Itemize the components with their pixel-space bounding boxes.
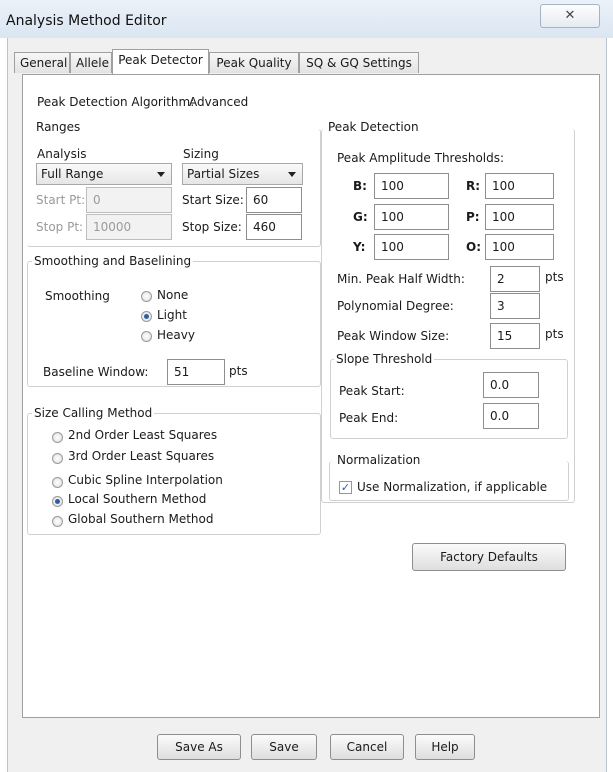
stop-size-label: Stop Size: [182, 220, 242, 234]
threshold-r-field[interactable]: 100 [485, 173, 554, 199]
close-icon: ✕ [564, 8, 576, 23]
size-calling-cubic-spline-label: Cubic Spline Interpolation [68, 473, 223, 487]
polynomial-degree-field[interactable]: 3 [490, 293, 540, 319]
start-pt-field[interactable]: 0 [86, 187, 172, 213]
peak-window-size-field[interactable]: 15 [490, 323, 540, 349]
analysis-select-value: Full Range [41, 167, 104, 181]
threshold-g-field[interactable]: 100 [374, 204, 449, 230]
use-normalization-checkbox[interactable]: ✓ [339, 481, 352, 494]
peak-start-label: Peak Start: [339, 384, 405, 398]
smoothing-title: Smoothing and Baselining [32, 254, 194, 268]
smoothing-light-label: Light [157, 308, 187, 322]
peak-window-size-unit: pts [545, 327, 564, 341]
threshold-r-key: R: [466, 179, 481, 193]
analysis-select[interactable]: Full Range [36, 163, 172, 185]
size-calling-cubic-spline-radio[interactable] [52, 477, 63, 488]
size-calling-3rd-order-label: 3rd Order Least Squares [68, 449, 215, 463]
size-calling-title: Size Calling Method [32, 406, 155, 420]
threshold-y-field[interactable]: 100 [374, 234, 449, 260]
threshold-b-key: B: [353, 179, 367, 193]
smoothing-light-radio[interactable] [141, 311, 152, 322]
checkmark-icon: ✓ [340, 481, 351, 494]
smoothing-label: Smoothing [45, 289, 110, 303]
threshold-y-key: Y: [353, 240, 366, 254]
min-half-width-label: Min. Peak Half Width: [337, 272, 465, 286]
tab-sq-gq-settings[interactable]: SQ & GQ Settings [299, 52, 419, 73]
tab-allele[interactable]: Allele [70, 52, 112, 73]
min-half-width-unit: pts [545, 270, 564, 284]
factory-defaults-button[interactable]: Factory Defaults [412, 543, 566, 571]
algorithm-value: Advanced [189, 95, 249, 109]
smoothing-none-radio[interactable] [141, 291, 152, 302]
amplitude-thresholds-label: Peak Amplitude Thresholds: [337, 151, 505, 165]
chevron-down-icon [157, 172, 165, 177]
size-calling-global-southern-label: Global Southern Method [68, 512, 214, 526]
tab-peak-detector[interactable]: Peak Detector [112, 49, 209, 74]
smoothing-none-label: None [157, 288, 189, 302]
analysis-label: Analysis [37, 147, 87, 161]
help-button[interactable]: Help [415, 734, 475, 760]
close-button[interactable]: ✕ [540, 4, 600, 28]
threshold-b-field[interactable]: 100 [374, 173, 449, 199]
stop-pt-label: Stop Pt: [36, 220, 84, 234]
threshold-o-field[interactable]: 100 [485, 234, 554, 260]
peak-start-field[interactable]: 0.0 [483, 372, 539, 398]
size-calling-global-southern-radio[interactable] [52, 516, 63, 527]
smoothing-heavy-label: Heavy [157, 328, 195, 342]
smoothing-heavy-radio[interactable] [141, 331, 152, 342]
tab-general[interactable]: General [14, 52, 70, 73]
save-as-button[interactable]: Save As [157, 734, 241, 760]
size-calling-local-southern-label: Local Southern Method [68, 492, 207, 506]
cancel-button[interactable]: Cancel [330, 734, 404, 760]
size-calling-2nd-order-radio[interactable] [52, 432, 63, 443]
stop-pt-field[interactable]: 10000 [86, 214, 172, 240]
window-title: Analysis Method Editor [6, 13, 167, 29]
threshold-o-key: O: [466, 240, 481, 254]
start-size-label: Start Size: [182, 193, 244, 207]
polynomial-degree-label: Polynomial Degree: [337, 299, 454, 313]
peak-window-size-label: Peak Window Size: [337, 329, 450, 343]
sizing-label: Sizing [183, 147, 219, 161]
slope-threshold-title: Slope Threshold [334, 352, 435, 366]
tab-peak-quality[interactable]: Peak Quality [209, 52, 299, 73]
baseline-window-label: Baseline Window: [43, 365, 149, 379]
threshold-p-key: P: [466, 210, 480, 224]
size-calling-local-southern-radio[interactable] [52, 496, 63, 507]
baseline-window-unit: pts [229, 364, 248, 378]
algorithm-label: Peak Detection Algorithm: [37, 95, 195, 109]
size-calling-3rd-order-radio[interactable] [52, 453, 63, 464]
peak-end-label: Peak End: [339, 411, 399, 425]
baseline-window-field[interactable]: 51 [167, 359, 225, 385]
sizing-select-value: Partial Sizes [187, 167, 260, 181]
size-calling-2nd-order-label: 2nd Order Least Squares [68, 428, 218, 442]
start-pt-label: Start Pt: [36, 193, 86, 207]
stop-size-field[interactable]: 460 [246, 214, 302, 240]
threshold-p-field[interactable]: 100 [485, 204, 554, 230]
chevron-down-icon [288, 172, 296, 177]
start-size-field[interactable]: 60 [246, 187, 302, 213]
peak-end-field[interactable]: 0.0 [483, 403, 539, 429]
threshold-g-key: G: [353, 210, 368, 224]
sizing-select[interactable]: Partial Sizes [182, 163, 303, 185]
min-half-width-field[interactable]: 2 [490, 266, 540, 292]
peak-detector-panel: Peak Detection Algorithm: Advanced Range… [22, 74, 600, 718]
use-normalization-label: Use Normalization, if applicable [357, 480, 548, 494]
save-button[interactable]: Save [251, 734, 317, 760]
